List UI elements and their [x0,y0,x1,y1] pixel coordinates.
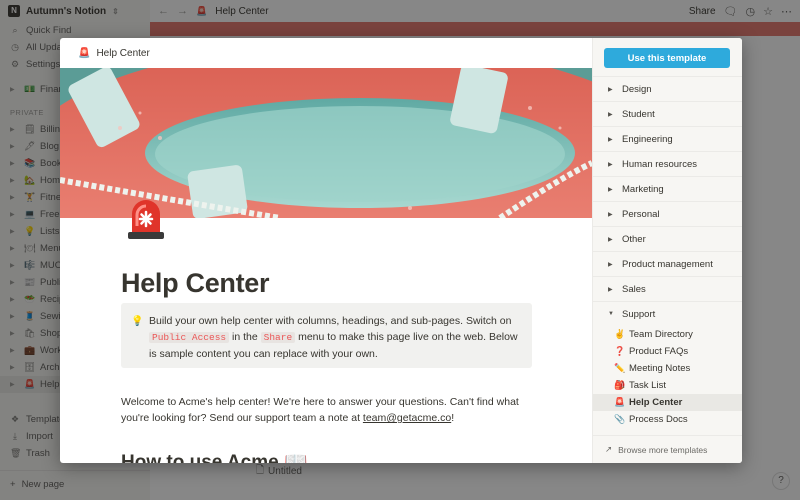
template-label: Team Directory [629,329,693,340]
template-category[interactable]: ▶ Sales [593,276,742,301]
callout-text: in the [229,331,261,343]
template-emoji: 📎 [614,414,626,424]
template-label: Product FAQs [629,346,689,357]
template-emoji: 🚨 [614,397,626,407]
arrow-up-right-icon: ↗ [605,444,613,454]
caret-right-icon: ▶ [608,236,613,243]
template-category[interactable]: ▶ Product management [593,251,742,276]
category-label: Personal [622,208,660,220]
category-label: Student [622,108,655,120]
siren-icon [126,196,166,240]
template-label: Meeting Notes [629,363,691,374]
category-label: Design [622,83,652,95]
preview-header: 🚨 Help Center [60,38,592,68]
email-link[interactable]: team@getacme.co [363,412,451,424]
callout-block: 💡 Build your own help center with column… [121,303,532,368]
inline-code: Public Access [149,332,230,343]
section-heading: How to use Acme 📖 [121,452,308,463]
category-label: Other [622,233,646,245]
template-category[interactable]: ▶ Human resources [593,151,742,176]
category-label: Product management [622,258,713,270]
category-support[interactable]: ▼ Support [593,301,742,326]
callout-text: Build your own help center with columns,… [149,315,512,327]
template-label: Process Docs [629,414,688,425]
caret-down-icon: ▼ [608,311,614,317]
preview-title: Help Center [96,47,150,59]
browse-more-templates-link[interactable]: ↗ Browse more templates [593,435,742,463]
template-category-list: ▶ Design ▶ Student ▶ Engineering ▶ Human resour… [593,76,742,301]
support-template-item[interactable]: 🚨 Help Center [593,394,742,411]
category-label: Marketing [622,183,664,195]
support-template-item[interactable]: 📎 Process Docs [593,411,742,428]
caret-right-icon: ▶ [608,136,613,143]
caret-right-icon: ▶ [608,211,613,218]
category-label: Engineering [622,133,673,145]
template-category[interactable]: ▶ Other [593,226,742,251]
support-template-item[interactable]: ✏️ Meeting Notes [593,360,742,377]
browse-label: Browse more templates [618,444,708,455]
lightbulb-icon: 💡 [131,316,144,327]
caret-right-icon: ▶ [608,86,613,93]
caret-right-icon: ▶ [608,186,613,193]
template-modal: 🚨 Help Center Help Center 💡 Build your o… [60,38,742,463]
page-title: Help Center [121,268,270,298]
support-template-item[interactable]: ❓ Product FAQs [593,343,742,360]
welcome-text: Welcome to Acme's help center! We're her… [121,396,519,424]
caret-right-icon: ▶ [608,261,613,268]
template-label: Help Center [629,397,683,408]
inline-code: Share [260,332,296,343]
category-label: Human resources [622,158,697,170]
support-template-item[interactable]: 🎒 Task List [593,377,742,394]
template-category[interactable]: ▶ Engineering [593,126,742,151]
caret-right-icon: ▶ [608,161,613,168]
welcome-paragraph: Welcome to Acme's help center! We're her… [121,394,541,426]
welcome-text: ! [451,412,455,424]
category-label: Sales [622,283,646,295]
support-template-item[interactable]: ✌️ Team Directory [593,326,742,343]
template-category[interactable]: ▶ Marketing [593,176,742,201]
category-label: Support [622,308,656,320]
template-category[interactable]: ▶ Personal [593,201,742,226]
siren-icon: 🚨 [78,47,91,59]
template-category[interactable]: ▶ Student [593,101,742,126]
template-emoji: 🎒 [614,380,626,390]
caret-right-icon: ▶ [608,111,613,118]
support-template-list: ✌️ Team Directory ❓ Product FAQs ✏️ Meeting N… [593,326,742,428]
template-preview: 🚨 Help Center Help Center 💡 Build your o… [60,38,592,463]
template-emoji: ✌️ [614,329,626,339]
template-emoji: ✏️ [614,363,626,373]
template-label: Task List [629,380,666,391]
template-category[interactable]: ▶ Design [593,76,742,101]
template-emoji: ❓ [614,346,626,356]
use-template-button[interactable]: Use this template [604,48,730,68]
template-sidebar: Use this template ▶ Design ▶ Student ▶ Engine… [592,38,742,463]
caret-right-icon: ▶ [608,286,613,293]
